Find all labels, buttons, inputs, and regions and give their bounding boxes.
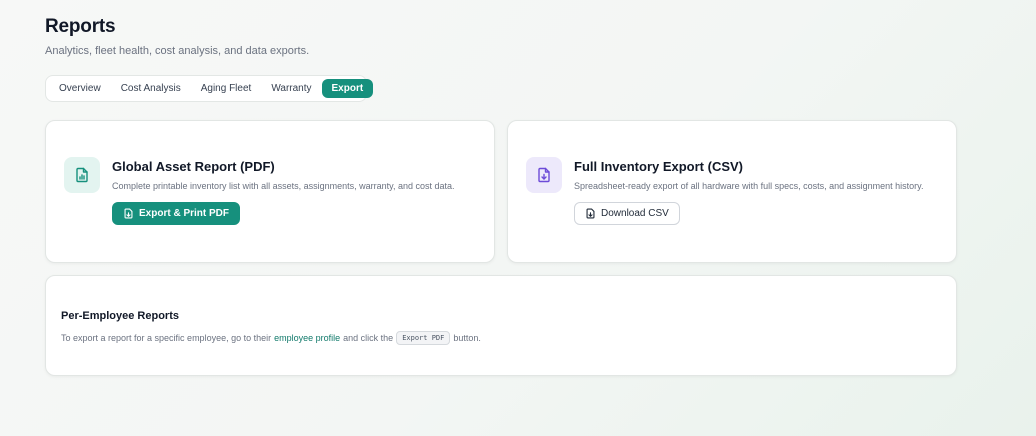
- tab-overview[interactable]: Overview: [49, 79, 111, 98]
- report-tabs: Overview Cost Analysis Aging Fleet Warra…: [45, 75, 374, 102]
- download-document-icon: [526, 157, 562, 193]
- page-title: Reports: [45, 16, 116, 37]
- pdf-card-description: Complete printable inventory list with a…: [112, 181, 455, 191]
- download-csv-button[interactable]: Download CSV: [574, 202, 680, 225]
- file-download-icon: [123, 208, 134, 219]
- export-print-pdf-label: Export & Print PDF: [139, 208, 230, 219]
- export-print-pdf-button[interactable]: Export & Print PDF: [112, 202, 241, 225]
- instruction-text-end: button.: [453, 333, 481, 343]
- tab-warranty[interactable]: Warranty: [261, 79, 321, 98]
- csv-card-title: Full Inventory Export (CSV): [574, 159, 744, 174]
- instruction-text-start: To export a report for a specific employ…: [61, 333, 272, 343]
- instruction-text-middle: and click the: [343, 333, 394, 343]
- per-employee-instructions: To export a report for a specific employ…: [61, 331, 481, 345]
- pdf-card-title: Global Asset Report (PDF): [112, 159, 275, 174]
- page-header: Reports Analytics, fleet health, cost an…: [45, 16, 309, 57]
- per-employee-card: Per-Employee Reports To export a report …: [45, 275, 957, 376]
- tab-cost-analysis[interactable]: Cost Analysis: [111, 79, 191, 98]
- per-employee-title: Per-Employee Reports: [61, 310, 179, 322]
- chart-document-icon: [64, 157, 100, 193]
- export-pdf-code-chip: Export PDF: [396, 331, 451, 345]
- csv-card-description: Spreadsheet-ready export of all hardware…: [574, 181, 924, 191]
- tab-aging-fleet[interactable]: Aging Fleet: [191, 79, 262, 98]
- pdf-report-card: Global Asset Report (PDF) Complete print…: [45, 120, 495, 263]
- tab-export[interactable]: Export: [321, 79, 374, 98]
- employee-profile-link[interactable]: employee profile: [274, 333, 340, 343]
- csv-export-card: Full Inventory Export (CSV) Spreadsheet-…: [507, 120, 957, 263]
- page-subtitle: Analytics, fleet health, cost analysis, …: [45, 45, 310, 57]
- download-csv-label: Download CSV: [601, 208, 669, 219]
- file-download-icon: [585, 208, 596, 219]
